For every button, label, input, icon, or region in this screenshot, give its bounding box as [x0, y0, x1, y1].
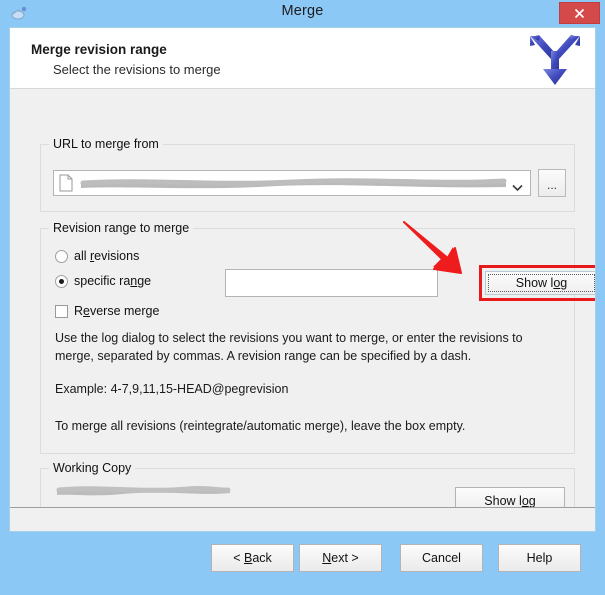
- radio-label-all: all revisions: [74, 249, 140, 263]
- url-group-legend: URL to merge from: [49, 137, 163, 151]
- cancel-button[interactable]: Cancel: [400, 544, 483, 572]
- checkbox-reverse-merge[interactable]: Reverse merge: [55, 304, 159, 318]
- revision-range-group: Revision range to merge all revisions sp…: [40, 221, 595, 454]
- merge-arrow-logo-icon: [525, 31, 585, 87]
- wizard-header: Merge revision range Select the revision…: [10, 28, 595, 89]
- redacted-url-value: [78, 176, 508, 190]
- chevron-down-icon[interactable]: [512, 179, 523, 197]
- checkbox-indicator-reverse[interactable]: [55, 304, 68, 318]
- next-button[interactable]: Next >: [299, 544, 382, 572]
- checkbox-label-reverse: Reverse merge: [74, 304, 160, 318]
- radio-indicator-specific[interactable]: [55, 274, 68, 288]
- url-group: URL to merge from ...: [40, 137, 575, 212]
- close-icon: [574, 8, 585, 18]
- help-button[interactable]: Help: [498, 544, 581, 572]
- merge-dialog-window: Merge Merge revision range Select the re…: [0, 0, 605, 595]
- show-log-button-label: Show log: [488, 274, 595, 292]
- radio-specific-range[interactable]: specific range: [55, 274, 151, 288]
- dialog-body: Merge revision range Select the revision…: [9, 27, 596, 532]
- next-button-label: Next >: [322, 551, 359, 565]
- working-copy-show-log-label: Show log: [484, 494, 536, 508]
- revision-range-input[interactable]: [225, 269, 438, 297]
- browse-button[interactable]: ...: [538, 169, 566, 197]
- file-icon: [59, 174, 73, 192]
- radio-indicator-all[interactable]: [55, 249, 68, 263]
- radio-all-revisions[interactable]: all revisions: [55, 249, 139, 263]
- window-title: Merge: [281, 3, 324, 19]
- working-copy-legend: Working Copy: [49, 461, 136, 475]
- description-paragraph-1: Use the log dialog to select the revisio…: [55, 331, 523, 363]
- page-subtitle: Select the revisions to merge: [53, 62, 221, 77]
- dialog-footer: < Back Next > Cancel Help: [0, 532, 605, 595]
- back-button[interactable]: < Back: [211, 544, 294, 572]
- radio-label-specific: specific range: [74, 274, 152, 288]
- redacted-working-copy-path: [53, 483, 233, 497]
- close-button[interactable]: [559, 2, 600, 24]
- revision-group-legend: Revision range to merge: [49, 221, 194, 235]
- show-log-button[interactable]: Show log: [485, 271, 595, 295]
- title-bar: Merge: [0, 0, 605, 27]
- page-title: Merge revision range: [31, 42, 167, 57]
- description-paragraph-2: Example: 4-7,9,11,15-HEAD@pegrevision: [55, 382, 289, 396]
- footer-band: [10, 508, 595, 531]
- back-button-label: < Back: [233, 551, 272, 565]
- url-combo-box[interactable]: [53, 170, 531, 196]
- description-paragraph-3: To merge all revisions (reintegrate/auto…: [55, 419, 466, 433]
